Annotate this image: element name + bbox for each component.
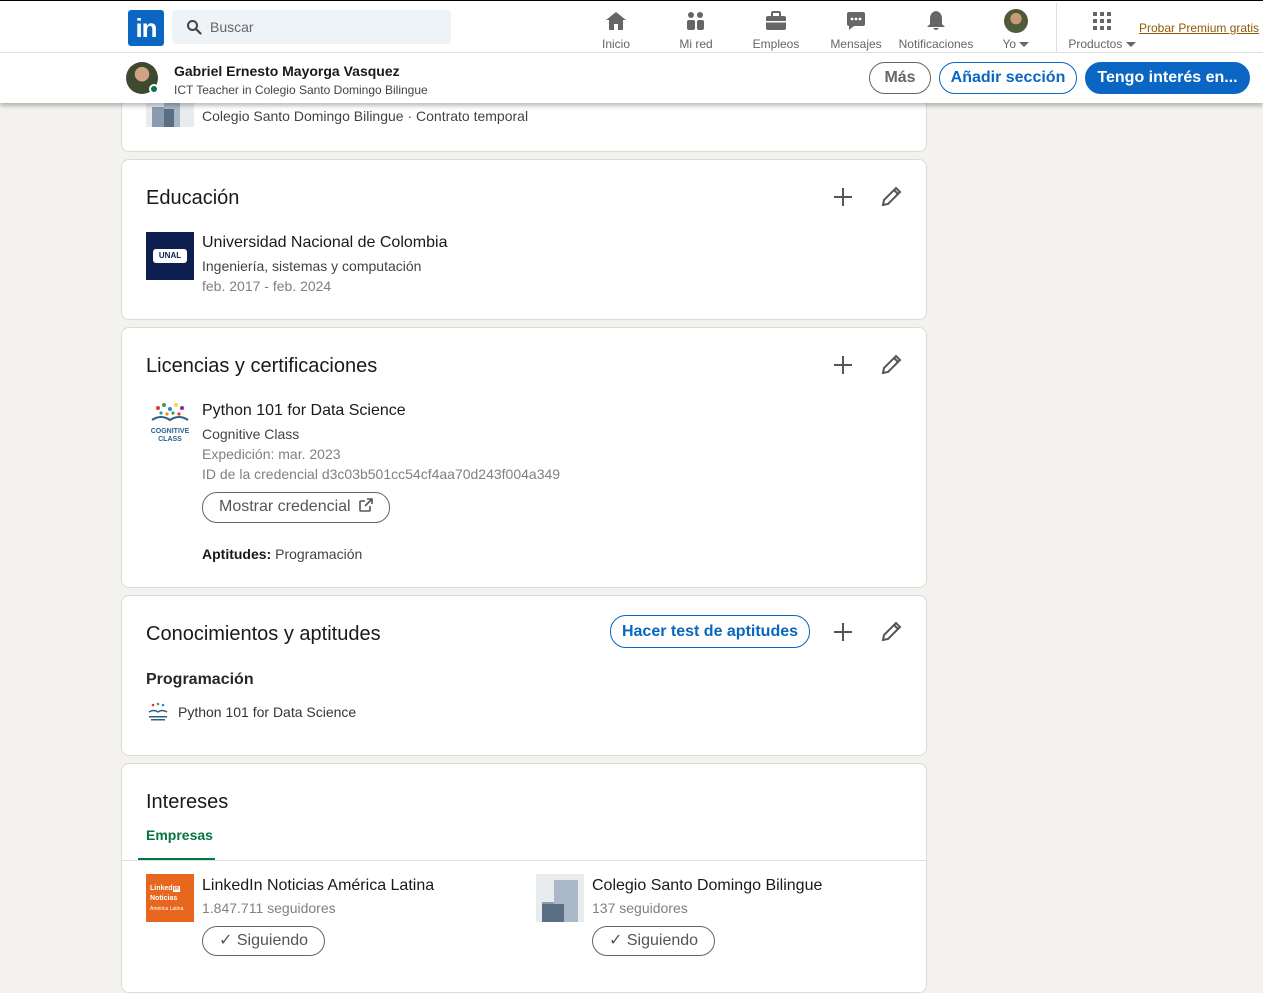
- interests-card: Intereses Empresas Linkedin Noticias Améri…: [121, 763, 927, 993]
- section-title: Intereses: [146, 791, 229, 813]
- nav-item-yo[interactable]: Yo: [976, 7, 1056, 51]
- linkedin-logo[interactable]: in: [128, 10, 164, 46]
- licenses-card: Licencias y certificaciones COGNITIVE CLA…: [121, 327, 927, 588]
- skills-value: Programación: [271, 546, 363, 562]
- linkedin-news-logo: Linkedin Noticias América Latina: [146, 874, 194, 922]
- cognitive-class-logo: COGNITIVE CLASS: [146, 400, 194, 448]
- more-button[interactable]: Más: [869, 62, 931, 94]
- skill-source: Python 101 for Data Science: [178, 704, 357, 720]
- nav-item-productos[interactable]: Productos: [1062, 7, 1142, 51]
- premium-link[interactable]: Probar Premium gratis: [1139, 21, 1259, 35]
- university-logo: UNAL: [146, 232, 194, 280]
- following-button[interactable]: ✓ Siguiendo: [202, 926, 326, 956]
- nav-item-notificaciones[interactable]: Notificaciones: [896, 7, 976, 51]
- section-title: Licencias y certificaciones: [146, 355, 378, 377]
- following-button[interactable]: ✓ Siguiendo: [592, 926, 716, 956]
- search-input[interactable]: [210, 10, 440, 44]
- profile-headline: ICT Teacher in Colegio Santo Domingo Bil…: [174, 83, 428, 97]
- home-icon: [606, 12, 626, 30]
- nav-label: Yo: [1002, 37, 1017, 51]
- network-icon: [687, 12, 704, 30]
- search-box[interactable]: [172, 10, 451, 44]
- button-label: Siguiendo: [236, 932, 309, 949]
- certification-name[interactable]: Python 101 for Data Science: [202, 402, 406, 420]
- profile-name: Gabriel Ernesto Mayorga Vasquez: [174, 63, 400, 79]
- chevron-down-icon: [1019, 42, 1030, 48]
- grid-icon: [1093, 12, 1111, 30]
- logo-text: CLASS: [158, 436, 182, 443]
- add-icon[interactable]: [829, 618, 857, 646]
- skills-card: Conocimientos y aptitudes Hacer test de …: [121, 595, 927, 756]
- logo-text: América Latina: [150, 906, 184, 912]
- bell-icon: [927, 11, 945, 30]
- open-to-button[interactable]: Tengo interés en...: [1085, 62, 1250, 94]
- nav-item-mi-red[interactable]: Mi red: [656, 7, 736, 51]
- section-title: Conocimientos y aptitudes: [146, 623, 381, 645]
- search-icon: [187, 20, 202, 35]
- profile-sticky-bar: Gabriel Ernesto Mayorga Vasquez ICT Teac…: [0, 53, 1263, 103]
- edit-pencil-icon[interactable]: [877, 618, 905, 646]
- nav-label: Notificaciones: [898, 37, 974, 51]
- education-dates: feb. 2017 - feb. 2024: [202, 278, 332, 294]
- logo-text: Noticias: [150, 895, 178, 902]
- nav-label: Mi red: [679, 37, 713, 51]
- divider: [122, 860, 926, 861]
- messaging-icon: [847, 12, 865, 30]
- skills-line: Aptitudes: Programación: [202, 546, 362, 562]
- skills-label: Aptitudes:: [202, 546, 272, 562]
- company-line: Colegio Santo Domingo Bilingue · Contrat…: [202, 108, 529, 124]
- logo-text: Linked: [150, 885, 173, 892]
- add-icon[interactable]: [829, 351, 857, 379]
- logo-text: COGNITIVE: [150, 428, 190, 435]
- section-title: Educación: [146, 187, 240, 209]
- issuer-name: Cognitive Class: [202, 426, 300, 442]
- nav-item-mensajes[interactable]: Mensajes: [816, 7, 896, 51]
- skill-test-button[interactable]: Hacer test de aptitudes: [610, 615, 810, 648]
- school-name[interactable]: Universidad Nacional de Colombia: [202, 234, 447, 252]
- button-label: Mostrar credencial: [219, 498, 351, 515]
- chevron-down-icon: [1125, 42, 1136, 48]
- company-name[interactable]: LinkedIn Noticias América Latina: [202, 877, 434, 895]
- nav-divider: [1056, 3, 1057, 53]
- check-icon: ✓: [219, 932, 233, 949]
- briefcase-icon: [766, 11, 786, 30]
- company-name[interactable]: Colegio Santo Domingo Bilingue: [592, 877, 822, 895]
- nav-label: Productos: [1068, 37, 1123, 51]
- issued-date: Expedición: mar. 2023: [202, 446, 341, 462]
- show-credential-button[interactable]: Mostrar credencial: [202, 492, 391, 523]
- education-card: Educación UNAL Universidad Nacional de C…: [121, 159, 927, 320]
- check-icon: ✓: [609, 932, 623, 949]
- nav-item-empleos[interactable]: Empleos: [736, 7, 816, 51]
- follower-count: 1.847.711 seguidores: [202, 900, 336, 916]
- company-logo: [536, 874, 584, 922]
- edit-pencil-icon[interactable]: [877, 351, 905, 379]
- nav-label: Mensajes: [830, 37, 882, 51]
- nav-item-inicio[interactable]: Inicio: [576, 7, 656, 51]
- online-status-dot: [149, 84, 159, 94]
- external-link-icon: [359, 498, 373, 512]
- add-icon[interactable]: [829, 183, 857, 211]
- nav-label: Empleos: [752, 37, 800, 51]
- university-logo-text: UNAL: [153, 249, 187, 263]
- cognitive-class-small-icon: [148, 702, 168, 721]
- add-section-button[interactable]: Añadir sección: [939, 62, 1077, 94]
- book-icon: [151, 403, 189, 422]
- edit-pencil-icon[interactable]: [877, 183, 905, 211]
- nav-label: Inicio: [601, 37, 630, 51]
- follower-count: 137 seguidores: [592, 900, 688, 916]
- avatar: [1004, 9, 1028, 33]
- global-nav: in Inicio Mi red Empleos Mensajes Notifi…: [0, 0, 1263, 53]
- degree: Ingeniería, sistemas y computación: [202, 258, 422, 274]
- tab-empresas[interactable]: Empresas: [146, 827, 213, 843]
- credential-id: ID de la credencial d3c03b501cc54cf4aa70…: [202, 466, 561, 482]
- button-label: Siguiendo: [626, 932, 699, 949]
- skill-name[interactable]: Programación: [146, 671, 254, 689]
